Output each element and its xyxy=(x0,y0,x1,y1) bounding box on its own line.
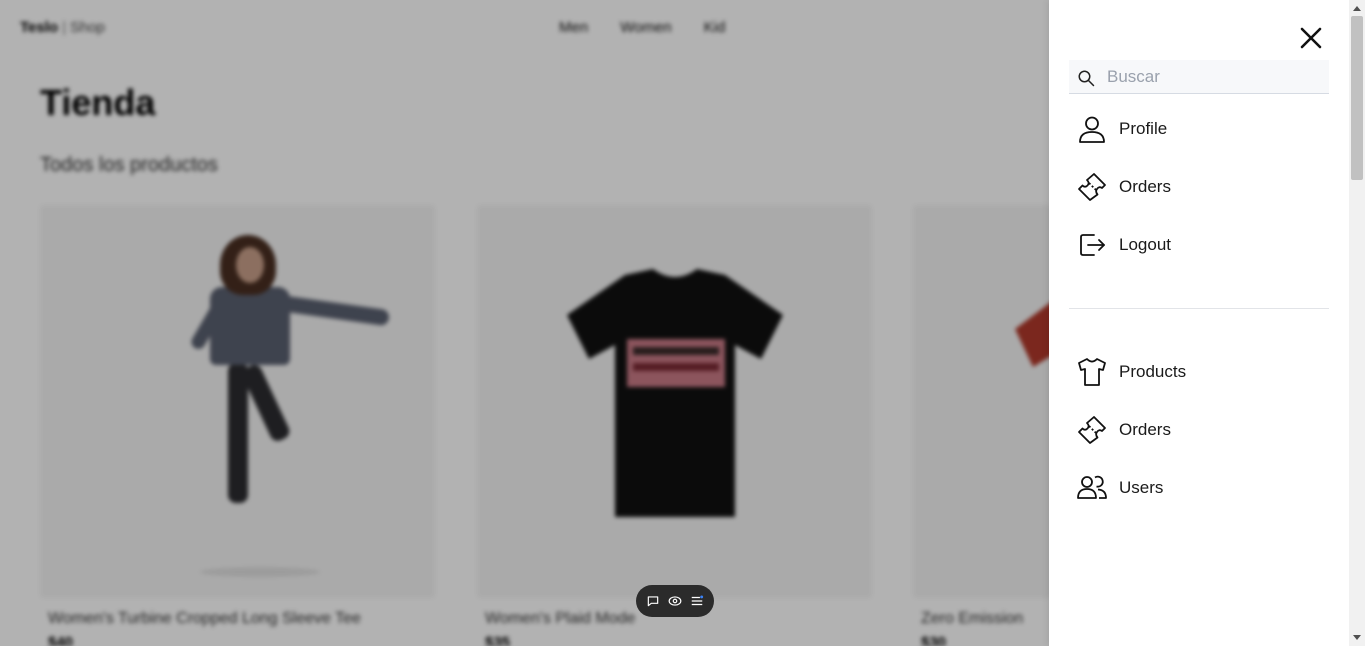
menu-item-products[interactable]: Products xyxy=(1069,348,1329,396)
scroll-thumb[interactable] xyxy=(1351,16,1363,180)
menu-item-label: Orders xyxy=(1119,420,1171,439)
floating-toolbar xyxy=(636,585,714,617)
scroll-down-icon xyxy=(1353,635,1361,640)
menu-icon[interactable] xyxy=(688,592,706,610)
menu-item-label: Profile xyxy=(1119,119,1168,138)
side-menu: Profile Orders Logout Products xyxy=(1049,0,1349,646)
menu-item-label: Logout xyxy=(1119,235,1171,254)
users-icon xyxy=(1075,471,1109,505)
comment-icon[interactable] xyxy=(644,592,662,610)
page-scrollbar[interactable] xyxy=(1349,0,1365,646)
menu-item-profile[interactable]: Profile xyxy=(1069,105,1329,153)
close-icon xyxy=(1300,27,1322,49)
menu-divider xyxy=(1069,308,1329,309)
ticket-icon xyxy=(1075,413,1109,447)
menu-item-orders[interactable]: Orders xyxy=(1069,163,1329,211)
menu-item-label: Products xyxy=(1119,362,1187,381)
scroll-up-button[interactable] xyxy=(1349,0,1365,16)
user-icon xyxy=(1075,112,1109,146)
close-menu-button[interactable] xyxy=(1298,25,1324,51)
menu-item-label: Orders xyxy=(1119,177,1171,196)
eye-icon[interactable] xyxy=(666,592,684,610)
scroll-up-icon xyxy=(1353,6,1361,11)
menu-item-admin-orders[interactable]: Orders xyxy=(1069,406,1329,454)
menu-item-logout[interactable]: Logout xyxy=(1069,221,1329,269)
search-input[interactable] xyxy=(1107,64,1323,90)
logout-icon xyxy=(1075,228,1109,262)
search-box xyxy=(1069,60,1329,94)
search-icon xyxy=(1078,70,1095,87)
scroll-down-button[interactable] xyxy=(1349,630,1365,646)
menu-item-users[interactable]: Users xyxy=(1069,464,1329,512)
ticket-icon xyxy=(1075,170,1109,204)
menu-item-label: Users xyxy=(1119,478,1164,497)
backdrop-overlay[interactable] xyxy=(0,0,1049,646)
shirt-icon xyxy=(1075,355,1109,389)
